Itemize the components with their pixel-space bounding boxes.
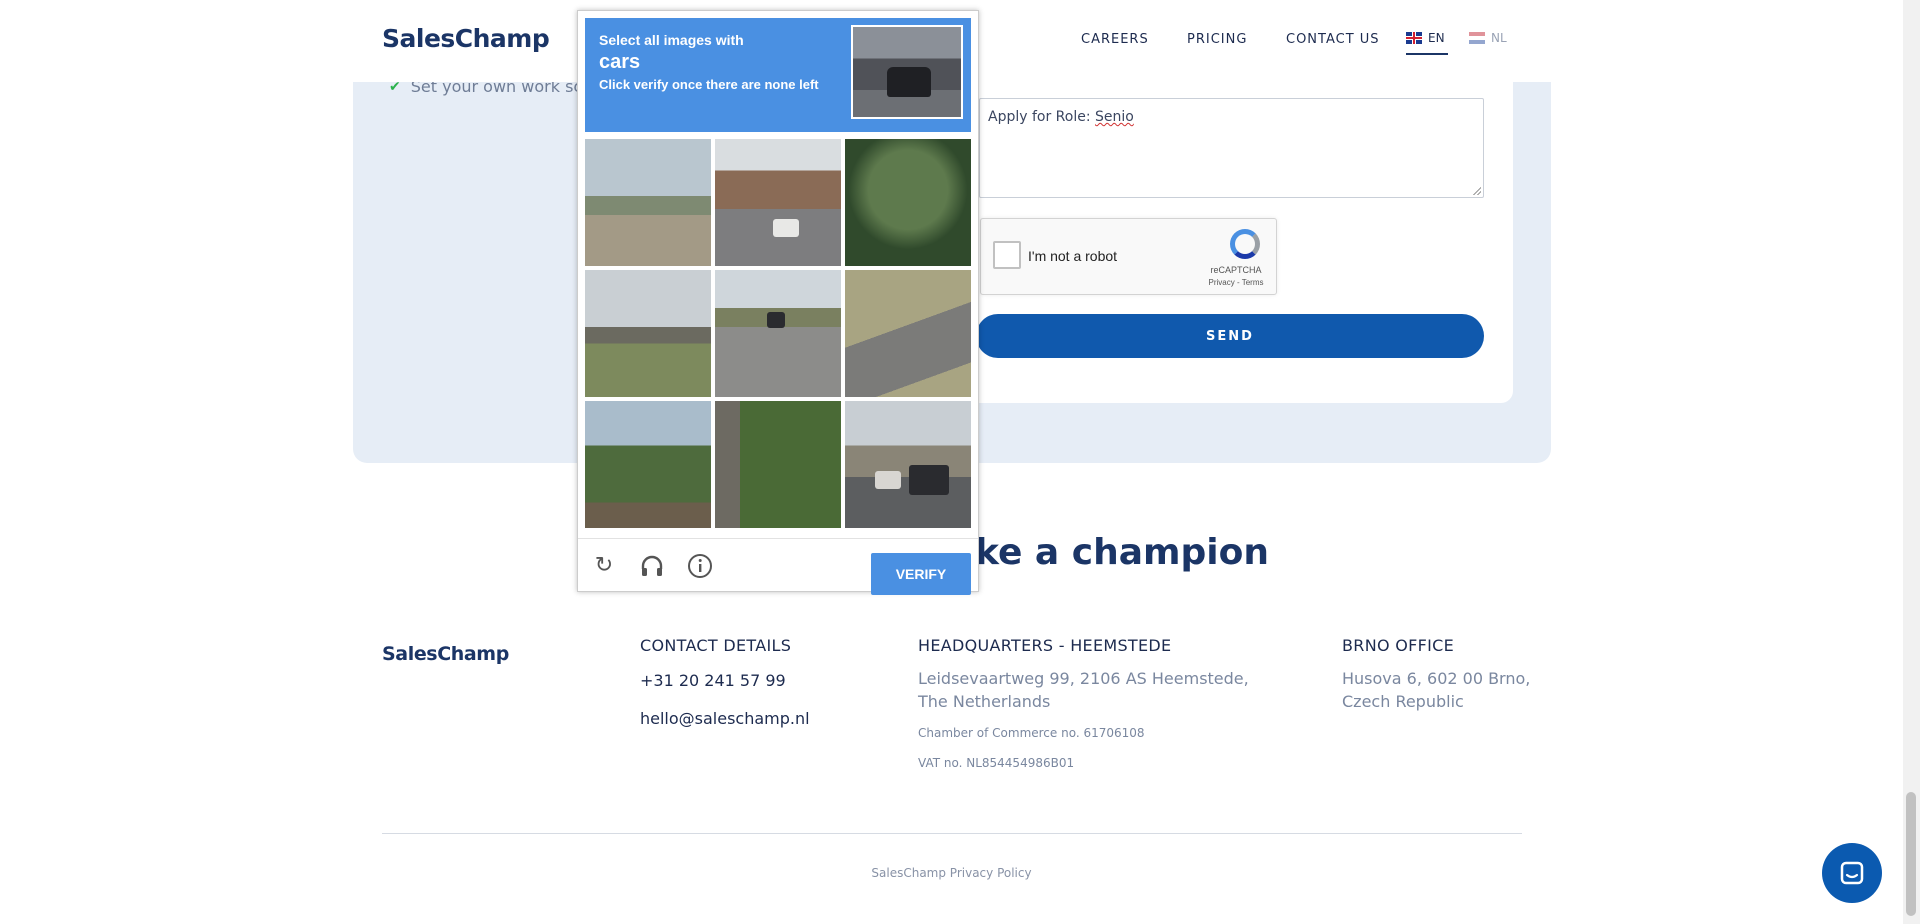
nl-flag-icon (1469, 32, 1485, 44)
recaptcha-brand: reCAPTCHA (1210, 265, 1262, 275)
captcha-tile-3[interactable] (845, 139, 971, 266)
headphones-glyph (641, 555, 663, 576)
contact-phone[interactable]: +31 20 241 57 99 (640, 671, 786, 690)
nav-careers[interactable]: CAREERS (1081, 32, 1149, 47)
contact-details-heading: CONTACT DETAILS (640, 636, 792, 655)
car-shape (773, 219, 799, 237)
page-scrollbar[interactable] (1903, 0, 1920, 924)
recaptcha-privacy-terms[interactable]: Privacy - Terms (1206, 278, 1266, 287)
recaptcha-widget: I'm not a robot reCAPTCHA Privacy - Term… (980, 218, 1277, 295)
captcha-tile-7[interactable] (585, 401, 711, 528)
hq-chamber-of-commerce: Chamber of Commerce no. 61706108 (918, 726, 1145, 740)
language-en-label: EN (1428, 31, 1445, 45)
recaptcha-checkbox[interactable] (993, 241, 1021, 269)
message-misspelled-word: Senio (1095, 109, 1134, 125)
send-button[interactable]: SEND (976, 314, 1484, 358)
car-shape (767, 312, 785, 328)
reload-icon[interactable]: ↻ (591, 553, 617, 579)
captcha-tile-6[interactable] (845, 270, 971, 397)
message-textarea[interactable]: Apply for Role: Senio (979, 98, 1484, 198)
info-icon[interactable] (687, 553, 713, 579)
car-shape (909, 465, 949, 495)
nav-pricing[interactable]: PRICING (1187, 32, 1247, 47)
language-nl-label: NL (1491, 31, 1507, 45)
scrollbar-thumb[interactable] (1906, 792, 1916, 916)
brno-office-heading: BRNO OFFICE (1342, 636, 1455, 655)
language-nl[interactable]: NL (1469, 31, 1507, 45)
uk-flag-icon (1406, 32, 1422, 44)
captcha-image-grid (585, 139, 971, 528)
saleschamp-logo[interactable]: SalesChamp (382, 24, 550, 53)
captcha-tile-4[interactable] (585, 270, 711, 397)
car-shape (875, 471, 901, 489)
footer-divider (382, 833, 1522, 834)
captcha-sample-image (851, 25, 963, 119)
brno-address-line1: Husova 6, 602 00 Brno, (1342, 669, 1531, 688)
contact-email[interactable]: hello@saleschamp.nl (640, 709, 810, 728)
recaptcha-label: I'm not a robot (1028, 248, 1118, 264)
nav-contact-us[interactable]: CONTACT US (1286, 32, 1380, 47)
hq-address-line2: The Netherlands (918, 692, 1051, 711)
headquarters-heading: HEADQUARTERS - HEEMSTEDE (918, 636, 1172, 655)
language-en[interactable]: EN (1406, 31, 1445, 45)
captcha-tile-2[interactable] (715, 139, 841, 266)
brno-address-line2: Czech Republic (1342, 692, 1464, 711)
privacy-policy-link[interactable]: SalesChamp Privacy Policy (0, 866, 1903, 880)
champion-heading: ke a champion (975, 532, 1269, 573)
hq-vat: VAT no. NL854454986B01 (918, 756, 1075, 770)
footer-logo[interactable]: SalesChamp (382, 643, 509, 665)
hq-address-line1: Leidsevaartweg 99, 2106 AS Heemstede, (918, 669, 1249, 688)
headphones-icon[interactable] (639, 553, 665, 579)
verify-button[interactable]: VERIFY (871, 553, 971, 595)
captcha-tile-5[interactable] (715, 270, 841, 397)
resize-grip[interactable] (1473, 187, 1481, 195)
chat-launcher-button[interactable] (1822, 843, 1882, 903)
captcha-tile-9[interactable] (845, 401, 971, 528)
captcha-instructions: Select all images with cars Click verify… (585, 18, 971, 132)
captcha-challenge-popup: Select all images with cars Click verify… (577, 10, 979, 595)
active-language-underline (1406, 53, 1448, 55)
captcha-controls: ↻ VERIFY (578, 538, 978, 595)
chat-icon (1840, 861, 1864, 885)
info-glyph (688, 554, 712, 578)
recaptcha-logo-icon (1230, 229, 1260, 259)
captcha-tile-1[interactable] (585, 139, 711, 266)
captcha-tile-8[interactable] (715, 401, 841, 528)
message-text: Apply for Role: (988, 109, 1096, 125)
